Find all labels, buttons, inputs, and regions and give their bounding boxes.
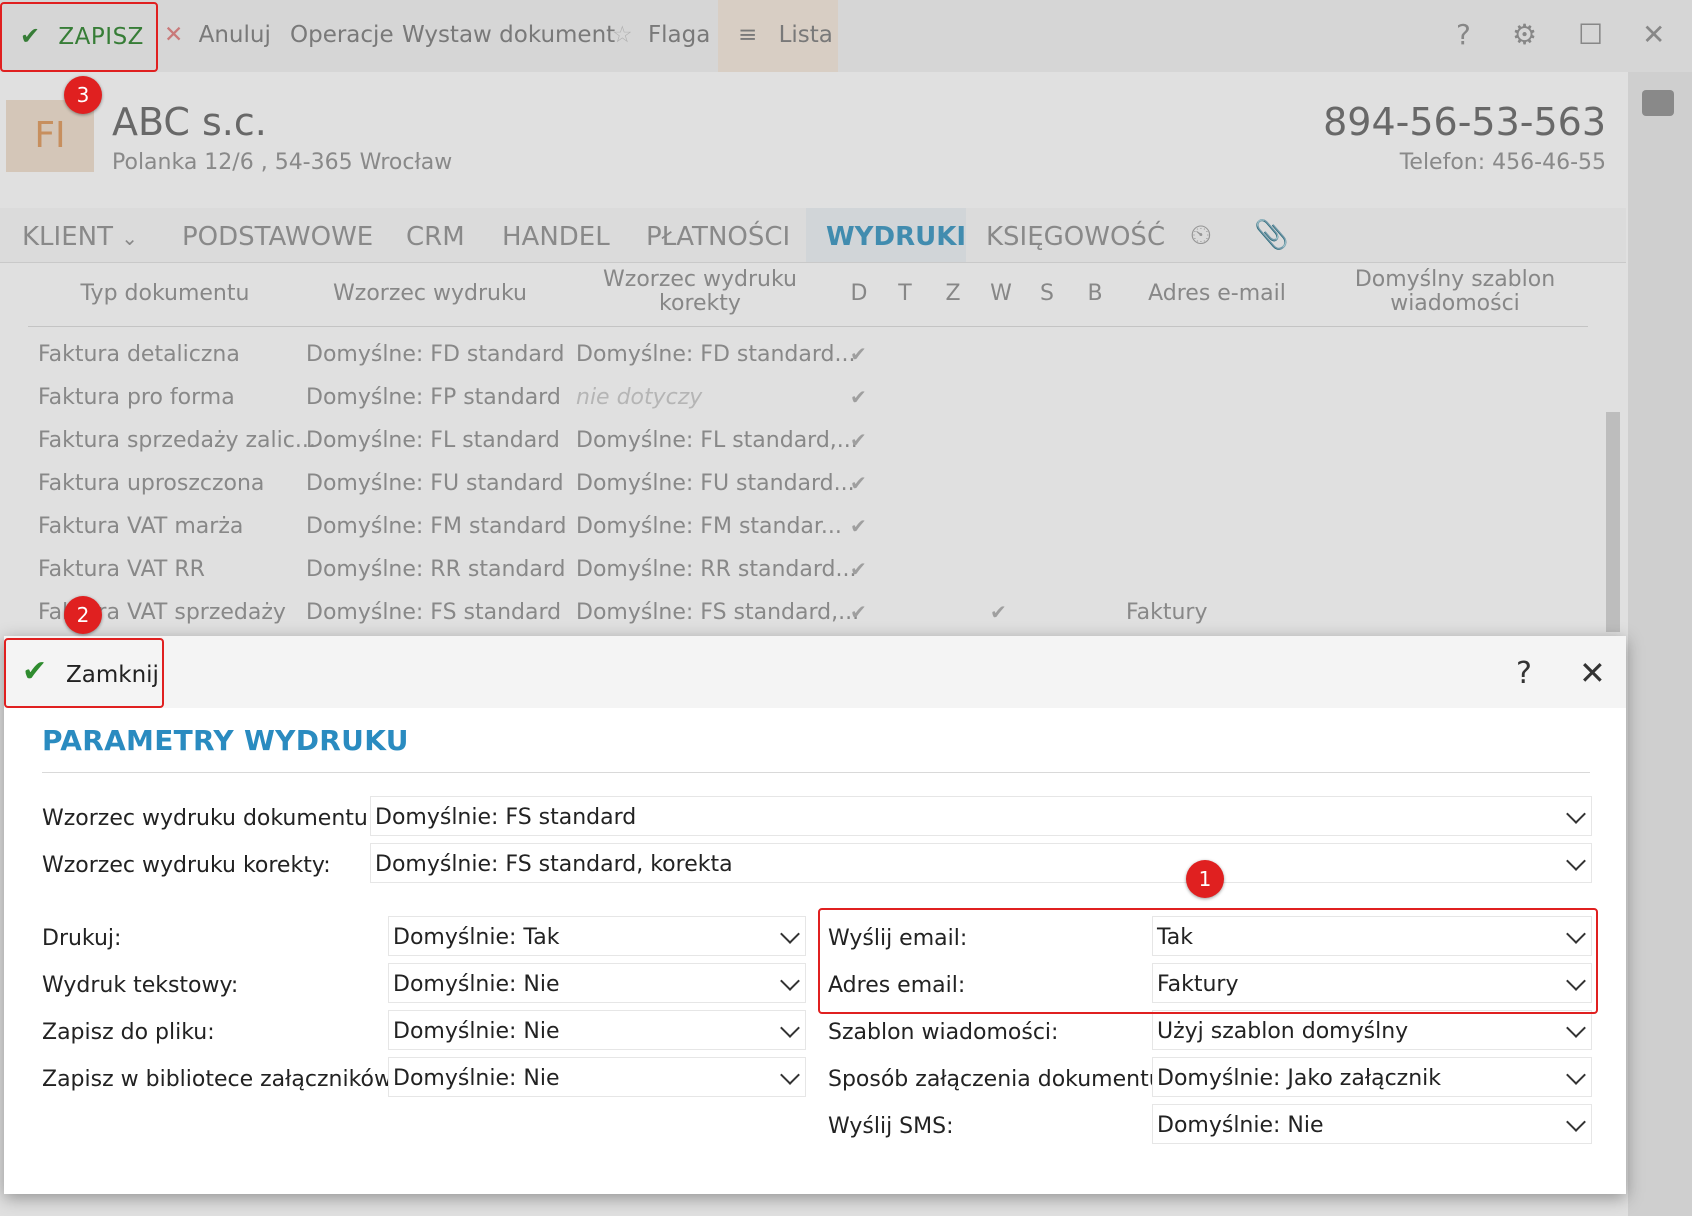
help-icon[interactable]: ? [1516, 656, 1532, 691]
message-template-label: Szablon wiadomości: [828, 1020, 1059, 1045]
annotation-box-close [4, 638, 164, 708]
dialog-title: PARAMETRY WYDRUKU [42, 724, 409, 757]
chevron-down-icon [780, 1018, 800, 1038]
attachment-method-label: Sposób załączenia dokumentu: [828, 1067, 1171, 1092]
annotation-badge-2: 2 [64, 596, 102, 634]
annotation-badge-3: 3 [64, 76, 102, 114]
chevron-down-icon [1566, 851, 1586, 871]
chevron-down-icon [1566, 1112, 1586, 1132]
save-attachment-select[interactable]: Domyślnie: Nie [388, 1057, 806, 1097]
doc-pattern-label: Wzorzec wydruku dokumentu: [42, 806, 376, 831]
dialog-toolbar: ✔ Zamknij ? ✕ [4, 636, 1626, 708]
chevron-down-icon [1566, 804, 1586, 824]
annotation-box-save [0, 2, 158, 72]
chevron-down-icon [780, 924, 800, 944]
chevron-down-icon [1566, 1018, 1586, 1038]
corr-pattern-select[interactable]: Domyślnie: FS standard, korekta [370, 843, 1592, 883]
save-to-file-select[interactable]: Domyślnie: Nie [388, 1010, 806, 1050]
annotation-badge-1: 1 [1186, 860, 1224, 898]
text-print-select[interactable]: Domyślnie: Nie [388, 963, 806, 1003]
print-select[interactable]: Domyślnie: Tak [388, 916, 806, 956]
doc-pattern-select[interactable]: Domyślnie: FS standard [370, 796, 1592, 836]
send-sms-select[interactable]: Domyślnie: Nie [1152, 1104, 1592, 1144]
annotation-box-email [818, 908, 1598, 1014]
send-sms-label: Wyślij SMS: [828, 1114, 954, 1139]
save-to-file-label: Zapisz do pliku: [42, 1020, 215, 1045]
corr-pattern-label: Wzorzec wydruku korekty: [42, 853, 331, 878]
chevron-down-icon [1566, 1065, 1586, 1085]
title-divider [42, 772, 1590, 773]
print-label: Drukuj: [42, 926, 122, 951]
chevron-down-icon [780, 1065, 800, 1085]
chevron-down-icon [780, 971, 800, 991]
close-icon[interactable]: ✕ [1579, 654, 1606, 692]
attachment-method-select[interactable]: Domyślnie: Jako załącznik [1152, 1057, 1592, 1097]
message-template-select[interactable]: Użyj szablon domyślny [1152, 1010, 1592, 1050]
save-attachment-label: Zapisz w bibliotece załączników: [42, 1067, 399, 1092]
text-print-label: Wydruk tekstowy: [42, 973, 239, 998]
